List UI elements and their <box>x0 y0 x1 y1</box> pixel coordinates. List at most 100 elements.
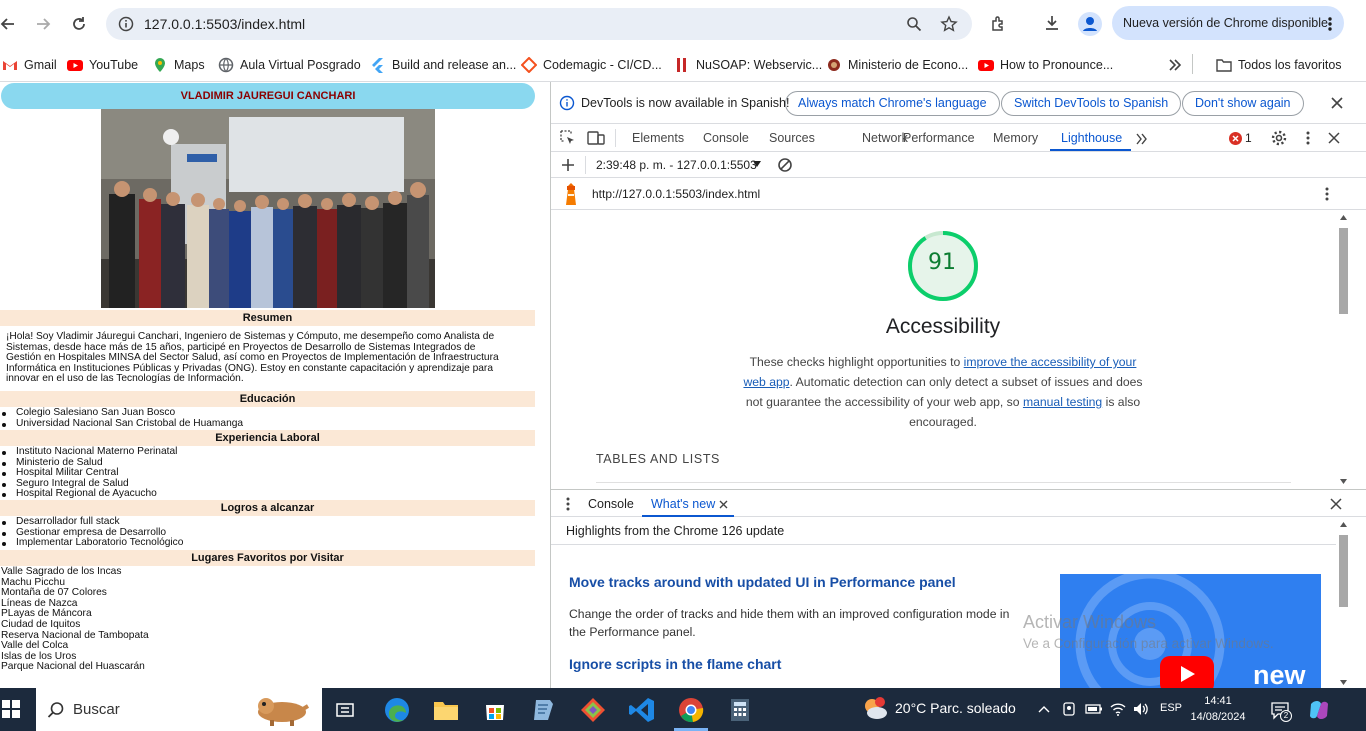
chrome-update-button[interactable]: Nueva versión de Chrome disponible <box>1112 6 1344 40</box>
tab-lighthouse[interactable]: Lighthouse <box>1061 131 1122 145</box>
error-count[interactable]: 1 <box>1245 131 1252 145</box>
close-devtools-icon[interactable] <box>1328 132 1340 144</box>
feature-heading-ignore-scripts[interactable]: Ignore scripts in the flame chart <box>569 656 781 672</box>
site-info-icon[interactable] <box>118 16 134 32</box>
inspect-element-icon[interactable] <box>560 130 576 146</box>
error-icon[interactable] <box>1229 132 1242 145</box>
weather-text[interactable]: 20°C Parc. soleado <box>895 700 1016 716</box>
bookmark-codemagic[interactable]: Codemagic - CI/CD... <box>521 56 662 74</box>
bookmark-gmail[interactable]: Gmail <box>2 56 57 74</box>
chevron-up-icon[interactable] <box>1038 704 1050 714</box>
task-view-icon[interactable] <box>336 701 354 719</box>
section-tables-and-lists[interactable]: TABLES AND LISTS <box>596 452 720 466</box>
codemagic-icon <box>521 57 537 73</box>
meet-now-icon[interactable] <box>1061 701 1077 717</box>
tab-sources[interactable]: Sources <box>769 131 815 145</box>
tab-performance[interactable]: Performance <box>903 131 975 145</box>
language-indicator[interactable]: ESP <box>1160 702 1182 714</box>
profile-avatar[interactable] <box>1078 12 1102 36</box>
switch-to-spanish-button[interactable]: Switch DevTools to Spanish <box>1001 91 1182 116</box>
report-scrollbar[interactable] <box>1337 212 1350 488</box>
search-placeholder: Buscar <box>73 701 120 718</box>
feature-heading-tracks[interactable]: Move tracks around with updated UI in Pe… <box>569 574 956 590</box>
edge-icon[interactable] <box>383 696 411 724</box>
tab-network[interactable]: Network <box>862 131 908 145</box>
address-bar[interactable]: 127.0.0.1:5503/index.html <box>106 8 972 40</box>
bookmark-aula-virtual[interactable]: Aula Virtual Posgrado <box>218 56 361 74</box>
bookmark-youtube[interactable]: YouTube <box>67 56 138 74</box>
settings-gear-icon[interactable] <box>1271 130 1287 146</box>
always-match-language-button[interactable]: Always match Chrome's language <box>785 91 1000 116</box>
watermark-subtitle: Ve a Configuración para activar Windows. <box>1023 636 1274 651</box>
menu-dots-icon[interactable] <box>1327 16 1333 32</box>
list-item: Universidad Nacional San Cristobal de Hu… <box>0 418 243 430</box>
tab-elements[interactable]: Elements <box>632 131 684 145</box>
taskbar-clock[interactable]: 14:41 14/08/2024 <box>1190 693 1246 725</box>
taskbar-search-box[interactable]: Buscar <box>36 688 322 731</box>
bookmark-nusoap[interactable]: NuSOAP: Webservic... <box>674 56 822 74</box>
more-tabs-icon[interactable] <box>1136 133 1148 145</box>
menu-dots-icon[interactable] <box>1305 130 1311 146</box>
drawer-tab-console[interactable]: Console <box>588 497 634 511</box>
bookmark-label: Gmail <box>24 58 57 72</box>
file-explorer-icon[interactable] <box>432 696 460 724</box>
report-url[interactable]: http://127.0.0.1:5503/index.html <box>592 187 760 201</box>
new-report-icon[interactable] <box>561 158 575 172</box>
tab-console[interactable]: Console <box>703 131 749 145</box>
vscode-icon[interactable] <box>628 696 656 724</box>
tab-memory[interactable]: Memory <box>993 131 1038 145</box>
git-app-icon[interactable] <box>579 696 607 724</box>
reload-button[interactable] <box>67 12 91 36</box>
download-icon[interactable] <box>1043 14 1061 32</box>
bookmark-ministerio[interactable]: Ministerio de Econo... <box>826 56 968 74</box>
search-icon <box>47 702 64 718</box>
windows-start-icon[interactable] <box>2 700 20 718</box>
close-drawer-icon[interactable] <box>1330 498 1342 510</box>
dont-show-again-button[interactable]: Don't show again <box>1182 91 1304 116</box>
bookmark-pronounce[interactable]: How to Pronounce... <box>978 56 1113 74</box>
scroll-thumb[interactable] <box>1339 535 1348 607</box>
scroll-down-icon[interactable] <box>1340 479 1347 484</box>
back-button[interactable] <box>0 12 20 36</box>
more-bookmarks-icon[interactable] <box>1168 58 1182 72</box>
extensions-icon[interactable] <box>990 15 1008 33</box>
forward-button[interactable] <box>31 12 55 36</box>
microsoft-store-icon[interactable] <box>481 696 509 724</box>
report-selector[interactable]: 2:39:48 p. m. - 127.0.0.1:5503 <box>596 158 757 172</box>
manual-testing-link[interactable]: manual testing <box>1023 395 1102 409</box>
bookmark-star-icon[interactable] <box>940 15 958 33</box>
close-icon[interactable] <box>1330 96 1344 110</box>
bookmark-label: Aula Virtual Posgrado <box>240 58 361 72</box>
scroll-up-icon[interactable] <box>1340 215 1347 220</box>
dropdown-arrow-icon[interactable] <box>753 161 761 167</box>
list-item: Ciudad de Iquitos <box>1 618 81 630</box>
scroll-thumb[interactable] <box>1339 228 1348 314</box>
divider <box>551 544 1336 545</box>
url-text[interactable]: 127.0.0.1:5503/index.html <box>144 16 305 32</box>
bookmark-maps[interactable]: Maps <box>152 56 205 74</box>
weather-icon[interactable] <box>862 696 890 722</box>
scroll-down-icon[interactable] <box>1340 680 1347 685</box>
all-bookmarks-folder[interactable]: Todos los favoritos <box>1216 56 1342 74</box>
bookmark-flutter[interactable]: Build and release an... <box>370 56 516 74</box>
scroll-up-icon[interactable] <box>1340 522 1347 527</box>
search-highlight-icon <box>258 698 310 726</box>
copilot-icon[interactable] <box>1307 698 1331 722</box>
chrome-icon[interactable] <box>677 696 705 724</box>
maps-icon <box>155 58 165 72</box>
device-toolbar-icon[interactable] <box>587 130 605 146</box>
calculator-icon[interactable] <box>726 696 754 724</box>
drawer-menu-icon[interactable] <box>565 496 571 512</box>
clear-reports-icon[interactable] <box>777 157 793 173</box>
close-tab-icon[interactable] <box>719 500 728 509</box>
volume-icon[interactable] <box>1132 701 1150 717</box>
zoom-icon[interactable] <box>906 16 922 32</box>
wifi-icon[interactable] <box>1109 701 1127 717</box>
list-item: Colegio Salesiano San Juan Bosco <box>0 407 243 419</box>
battery-icon[interactable] <box>1085 702 1103 716</box>
drawer-tab-whats-new[interactable]: What's new <box>651 497 715 511</box>
notepad-icon[interactable] <box>530 696 558 724</box>
drawer-scrollbar[interactable] <box>1337 519 1350 688</box>
report-menu-icon[interactable] <box>1324 186 1330 202</box>
devtools-tabbar: Elements Console Sources Network Perform… <box>551 124 1366 152</box>
